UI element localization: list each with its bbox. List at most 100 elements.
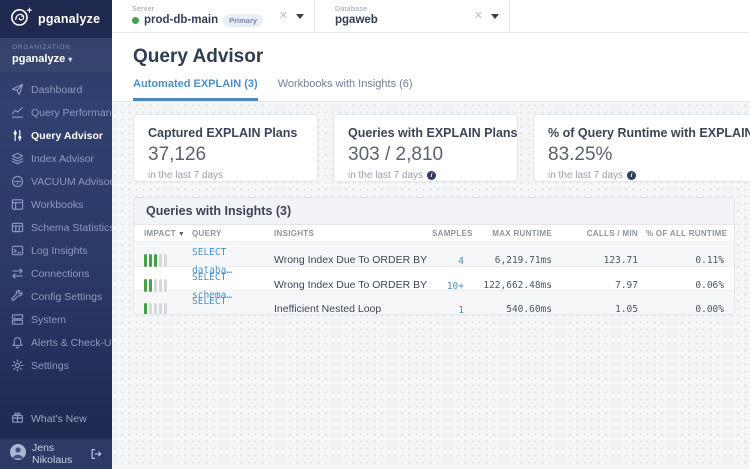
stat-cards: Captured EXPLAIN Plans 37,126 in the las… — [133, 114, 750, 182]
info-icon[interactable]: i — [627, 171, 636, 180]
server-selector[interactable]: Server prod-db-main Primary ✕ — [112, 0, 315, 32]
table-row[interactable]: SELECT schema…Wrong Index Due To ORDER B… — [134, 266, 734, 290]
sidebar-item-log-insights[interactable]: Log Insights — [0, 239, 112, 262]
impact-bars — [144, 303, 182, 316]
clear-server-icon[interactable]: ✕ — [279, 11, 288, 22]
workbooks-icon — [11, 198, 24, 211]
primary-badge: Primary — [223, 14, 263, 27]
card-title: Queries with EXPLAIN Plans — [348, 126, 503, 140]
sidebar-item-alerts-check-up[interactable]: Alerts & Check-Up — [0, 331, 112, 354]
query-link[interactable]: SELECT issues… — [192, 296, 232, 315]
column-header-samples[interactable]: SAMPLES — [432, 229, 472, 238]
sidebar-item-label: Connections — [31, 268, 89, 280]
sidebar-item-index-advisor[interactable]: Index Advisor — [0, 147, 112, 170]
dashboard-icon — [11, 83, 24, 96]
pct-of-all-runtime-value: 0.06% — [646, 280, 732, 291]
sidebar-item-settings[interactable]: Settings — [0, 354, 112, 377]
column-header-impact[interactable]: IMPACT▼ — [134, 229, 182, 238]
database-selector[interactable]: Database pgaweb ✕ — [315, 0, 510, 32]
column-header-of-all-runtime[interactable]: % OF ALL RUNTIME — [646, 229, 732, 238]
card-captured-explain-plans: Captured EXPLAIN Plans 37,126 in the las… — [133, 114, 318, 182]
samples-link[interactable]: 1 — [458, 305, 464, 315]
card-title: % of Query Runtime with EXPLAIN Plans — [548, 126, 750, 140]
insight-label: Wrong Index Due To ORDER BY — [264, 254, 432, 266]
server-value: prod-db-main — [144, 14, 218, 26]
topbar: Server prod-db-main Primary ✕ Database — [112, 0, 750, 33]
org-name: pganalyze ▾ — [12, 53, 112, 65]
sidebar-item-config-settings[interactable]: Config Settings — [0, 285, 112, 308]
pct-of-all-runtime-value: 0.11% — [646, 255, 732, 266]
sidebar-item-label: Settings — [31, 360, 69, 372]
user-name: Jens Nikolaus — [32, 442, 84, 466]
sidebar-item-label: Schema Statistics — [31, 222, 114, 234]
server-status-icon — [132, 17, 139, 24]
clear-database-icon[interactable]: ✕ — [474, 11, 483, 22]
sidebar-item-label: Alerts & Check-Up — [31, 337, 117, 349]
sidebar: pganalyze ORGANIZATION pganalyze ▾ Dashb… — [0, 0, 112, 469]
column-header-calls-min[interactable]: CALLS / MIN — [560, 229, 646, 238]
query-performance-icon — [11, 106, 24, 119]
server-dropdown-icon[interactable] — [296, 14, 304, 19]
impact-bars — [144, 254, 182, 267]
sidebar-item-whats-new[interactable]: What's New — [0, 407, 112, 430]
app-window: pganalyze ORGANIZATION pganalyze ▾ Dashb… — [0, 0, 750, 469]
sidebar-item-label: Log Insights — [31, 245, 88, 257]
sidebar-item-query-performance[interactable]: Query Performance — [0, 101, 112, 124]
sidebar-item-workbooks[interactable]: Workbooks — [0, 193, 112, 216]
impact-bars — [144, 279, 182, 292]
calls-per-min-value: 123.71 — [560, 255, 646, 266]
main-area: Server prod-db-main Primary ✕ Database — [112, 0, 750, 469]
whats-new-label: What's New — [31, 413, 87, 425]
sidebar-item-label: Dashboard — [31, 84, 82, 96]
table-header-row: IMPACT▼QUERYINSIGHTSSAMPLESMAX RUNTIMECA… — [134, 225, 734, 242]
card-value: 83.25% — [548, 144, 750, 166]
max-runtime-value: 540.60ms — [472, 304, 560, 315]
vacuum-advisor-icon — [11, 175, 24, 188]
database-dropdown-icon[interactable] — [491, 14, 499, 19]
org-label: ORGANIZATION — [12, 44, 112, 51]
card-caption: in the last 7 days — [148, 170, 303, 181]
sidebar-item-label: Index Advisor — [31, 153, 94, 165]
sidebar-item-label: System — [31, 314, 66, 326]
sidebar-item-vacuum-advisor[interactable]: VACUUM Advisor — [0, 170, 112, 193]
sidebar-item-label: Workbooks — [31, 199, 83, 211]
card-title: Captured EXPLAIN Plans — [148, 126, 303, 140]
card-queries-with-explain-plans: Queries with EXPLAIN Plans 303 / 2,810 i… — [333, 114, 518, 182]
tab-workbooks-with-insights[interactable]: Workbooks with Insights (6) — [278, 78, 413, 101]
settings-icon — [11, 359, 24, 372]
max-runtime-value: 122,662.48ms — [472, 280, 560, 291]
gift-icon — [11, 411, 24, 427]
sidebar-item-schema-statistics[interactable]: Schema Statistics — [0, 216, 112, 239]
sidebar-item-dashboard[interactable]: Dashboard — [0, 78, 112, 101]
column-header-insights[interactable]: INSIGHTS — [264, 229, 432, 238]
server-label: Server — [132, 6, 279, 13]
table-row[interactable]: SELECT databa…Wrong Index Due To ORDER B… — [134, 242, 734, 266]
brand-logo[interactable]: pganalyze — [0, 0, 112, 38]
max-runtime-value: 6,219.71ms — [472, 255, 560, 266]
logout-icon[interactable] — [90, 448, 102, 460]
sidebar-item-query-advisor[interactable]: Query Advisor — [0, 124, 112, 147]
org-switcher[interactable]: ORGANIZATION pganalyze ▾ — [0, 38, 112, 72]
sidebar-nav: Dashboard Query PerformanceQuery Advisor I… — [0, 78, 112, 407]
samples-link[interactable]: 10+ — [447, 281, 464, 292]
sidebar-item-connections[interactable]: Connections — [0, 262, 112, 285]
chevron-down-icon: ▾ — [68, 55, 72, 64]
content-body: Captured EXPLAIN Plans 37,126 in the las… — [112, 102, 750, 469]
calls-per-min-value: 1.05 — [560, 304, 646, 315]
sidebar-item-system[interactable]: System — [0, 308, 112, 331]
user-menu[interactable]: Jens Nikolaus — [0, 439, 112, 469]
log-insights-icon — [11, 244, 24, 257]
column-header-query[interactable]: QUERY — [182, 229, 264, 238]
card-pct-query-runtime: % of Query Runtime with EXPLAIN Plans 83… — [533, 114, 750, 182]
column-header-max-runtime[interactable]: MAX RUNTIME — [472, 229, 560, 238]
samples-link[interactable]: 4 — [458, 256, 464, 267]
schema-statistics-icon — [11, 221, 24, 234]
pct-of-all-runtime-value: 0.00% — [646, 304, 732, 315]
card-value: 303 / 2,810 — [348, 144, 503, 166]
sidebar-item-label: Query Performance — [31, 107, 123, 119]
info-icon[interactable]: i — [427, 171, 436, 180]
tab-automated-explain[interactable]: Automated EXPLAIN (3) — [133, 78, 258, 101]
avatar — [10, 444, 26, 465]
connections-icon — [11, 267, 24, 280]
index-advisor-icon — [11, 152, 24, 165]
